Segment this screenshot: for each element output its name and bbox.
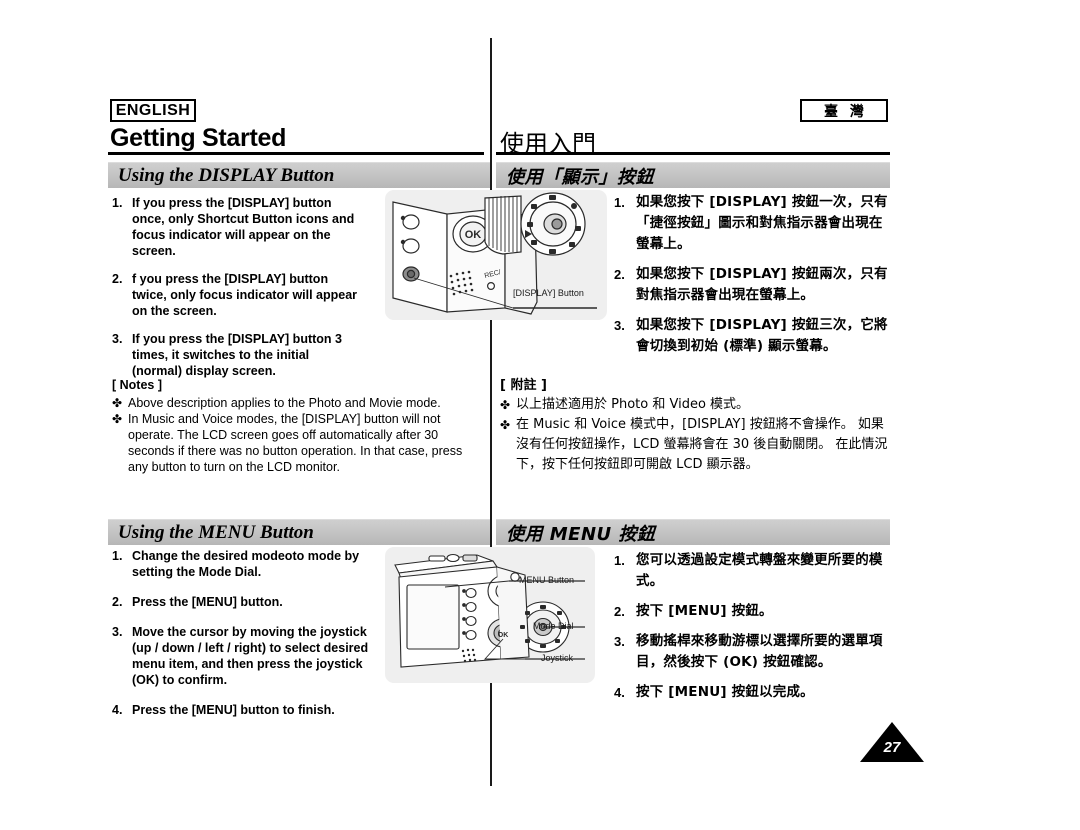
list-item: 4. 按下 [MENU] 按鈕以完成。 bbox=[614, 682, 892, 703]
step-number: 1. bbox=[112, 549, 123, 563]
callout-menu-button: MENU Button bbox=[519, 575, 575, 585]
notes-title: [ Notes ] bbox=[112, 378, 162, 392]
note-text: Above description applies to the Photo a… bbox=[128, 396, 441, 410]
steps-display-english: 1. If you press the [DISPLAY] button onc… bbox=[112, 195, 362, 391]
list-item: 2. f you press the [DISPLAY] button twic… bbox=[112, 271, 362, 319]
steps-menu-chinese: 1. 您可以透過設定模式轉盤來變更所要的模式。 2. 按下 [MENU] 按鈕。… bbox=[614, 550, 892, 712]
step-number: 2. bbox=[614, 267, 625, 282]
list-item: 1. If you press the [DISPLAY] button onc… bbox=[112, 195, 362, 259]
list-item: 2. Press the [MENU] button. bbox=[112, 594, 374, 610]
camera-illustration-menu: OK MENU Button Mode Dial Joystick bbox=[385, 547, 595, 683]
section-header-display-english: Using the DISPLAY Button bbox=[108, 162, 490, 188]
list-item: ✤ Above description applies to the Photo… bbox=[112, 395, 484, 411]
step-text: Move the cursor by moving the joystick (… bbox=[132, 625, 369, 687]
step-number: 3. bbox=[112, 332, 123, 346]
page-number-text: 27 bbox=[883, 739, 901, 756]
step-text: Press the [MENU] button to finish. bbox=[132, 703, 335, 717]
note-bullet-icon: ✤ bbox=[500, 418, 511, 432]
step-text: If you press the [DISPLAY] button 3 time… bbox=[132, 332, 342, 378]
title-rule-english bbox=[108, 152, 484, 155]
list-item: 1. 如果您按下 [DISPLAY] 按鈕一次，只有「捷徑按鈕」圖示和對焦指示器… bbox=[614, 192, 892, 255]
list-item: ✤ 在 Music 和 Voice 模式中，[DISPLAY] 按鈕將不會操作。… bbox=[500, 415, 892, 475]
list-item: 3. Move the cursor by moving the joystic… bbox=[112, 624, 374, 688]
notes-english: [ Notes ] ✤ Above description applies to… bbox=[112, 377, 484, 475]
step-number: 1. bbox=[112, 196, 123, 210]
section-header-menu-english: Using the MENU Button bbox=[108, 519, 490, 545]
step-text: f you press the [DISPLAY] button twice, … bbox=[132, 272, 358, 318]
list-item: 4. Press the [MENU] button to finish. bbox=[112, 702, 374, 718]
note-bullet-icon: ✤ bbox=[112, 412, 123, 426]
callout-mode-dial: Mode Dial bbox=[533, 621, 574, 631]
callout-display-button: [DISPLAY] Button bbox=[513, 288, 584, 298]
step-text: 按下 [MENU] 按鈕。 bbox=[636, 603, 773, 619]
svg-text:OK: OK bbox=[498, 632, 509, 639]
manual-page: ENGLISH 臺 灣 Getting Started 使用入門 Using t… bbox=[0, 0, 1080, 830]
step-number: 3. bbox=[112, 625, 123, 639]
step-text: 如果您按下 [DISPLAY] 按鈕兩次，只有對焦指示器會出現在螢幕上。 bbox=[636, 266, 888, 303]
step-number: 2. bbox=[614, 604, 625, 619]
step-text: Change the desired modeoto mode by setti… bbox=[132, 549, 360, 579]
steps-display-chinese: 1. 如果您按下 [DISPLAY] 按鈕一次，只有「捷徑按鈕」圖示和對焦指示器… bbox=[614, 192, 892, 366]
step-text: If you press the [DISPLAY] button once, … bbox=[132, 196, 355, 258]
page-title-english: Getting Started bbox=[110, 124, 287, 152]
note-text: 在 Music 和 Voice 模式中，[DISPLAY] 按鈕將不會操作。 如… bbox=[516, 417, 888, 472]
step-text: 如果您按下 [DISPLAY] 按鈕一次，只有「捷徑按鈕」圖示和對焦指示器會出現… bbox=[636, 194, 888, 252]
section-header-menu-chinese: 使用 MENU 按鈕 bbox=[496, 519, 890, 545]
list-item: 3. 如果您按下 [DISPLAY] 按鈕三次，它將會切換到初始 (標準) 顯示… bbox=[614, 315, 892, 357]
list-item: ✤ In Music and Voice modes, the [DISPLAY… bbox=[112, 411, 484, 475]
step-number: 2. bbox=[112, 595, 123, 609]
step-number: 3. bbox=[614, 634, 625, 649]
note-bullet-icon: ✤ bbox=[112, 396, 123, 410]
camera-rear-drawing: OK REC/ bbox=[392, 192, 597, 315]
language-badge-english: ENGLISH bbox=[110, 99, 196, 122]
step-number: 4. bbox=[614, 685, 625, 700]
step-number: 4. bbox=[112, 703, 123, 717]
note-text: 以上描述適用於 Photo 和 Video 模式。 bbox=[516, 397, 750, 412]
list-item: 3. 移動搖桿來移動游標以選擇所要的選單項目，然後按下 (OK) 按鈕確認。 bbox=[614, 631, 892, 673]
list-item: 1. Change the desired modeoto mode by se… bbox=[112, 548, 374, 580]
section-header-display-chinese: 使用「顯示」按鈕 bbox=[496, 162, 890, 188]
svg-text:OK: OK bbox=[465, 229, 482, 241]
list-item: 1. 您可以透過設定模式轉盤來變更所要的模式。 bbox=[614, 550, 892, 592]
page-number-badge: 27 bbox=[860, 722, 924, 764]
language-badge-taiwan: 臺 灣 bbox=[800, 99, 888, 122]
camera-illustration-display: OK REC/ [DISPLAY] Button bbox=[385, 190, 607, 320]
step-number: 1. bbox=[614, 195, 625, 210]
step-number: 2. bbox=[112, 272, 123, 286]
step-number: 3. bbox=[614, 318, 625, 333]
title-rule-chinese bbox=[496, 152, 890, 155]
note-bullet-icon: ✤ bbox=[500, 398, 511, 412]
section-title-display-english: Using the DISPLAY Button bbox=[118, 164, 335, 186]
step-number: 1. bbox=[614, 553, 625, 568]
step-text: 您可以透過設定模式轉盤來變更所要的模式。 bbox=[636, 552, 883, 589]
notes-chinese: [ 附註 ] ✤ 以上描述適用於 Photo 和 Video 模式。 ✤ 在 M… bbox=[500, 377, 892, 475]
callout-joystick: Joystick bbox=[541, 653, 574, 663]
step-text: 移動搖桿來移動游標以選擇所要的選單項目，然後按下 (OK) 按鈕確認。 bbox=[636, 633, 883, 670]
list-item: 2. 如果您按下 [DISPLAY] 按鈕兩次，只有對焦指示器會出現在螢幕上。 bbox=[614, 264, 892, 306]
section-title-menu-chinese: 使用 MENU 按鈕 bbox=[506, 523, 656, 545]
step-text: Press the [MENU] button. bbox=[132, 595, 283, 609]
list-item: 2. 按下 [MENU] 按鈕。 bbox=[614, 601, 892, 622]
section-title-display-chinese: 使用「顯示」按鈕 bbox=[506, 166, 654, 188]
note-text: In Music and Voice modes, the [DISPLAY] … bbox=[128, 412, 463, 474]
step-text: 按下 [MENU] 按鈕以完成。 bbox=[636, 684, 814, 700]
notes-title: [ 附註 ] bbox=[500, 378, 547, 393]
steps-menu-english: 1. Change the desired modeoto mode by se… bbox=[112, 548, 374, 732]
list-item: ✤ 以上描述適用於 Photo 和 Video 模式。 bbox=[500, 395, 892, 415]
list-item: 3. If you press the [DISPLAY] button 3 t… bbox=[112, 331, 362, 379]
section-title-menu-english: Using the MENU Button bbox=[118, 521, 314, 543]
step-text: 如果您按下 [DISPLAY] 按鈕三次，它將會切換到初始 (標準) 顯示螢幕。 bbox=[636, 317, 888, 354]
